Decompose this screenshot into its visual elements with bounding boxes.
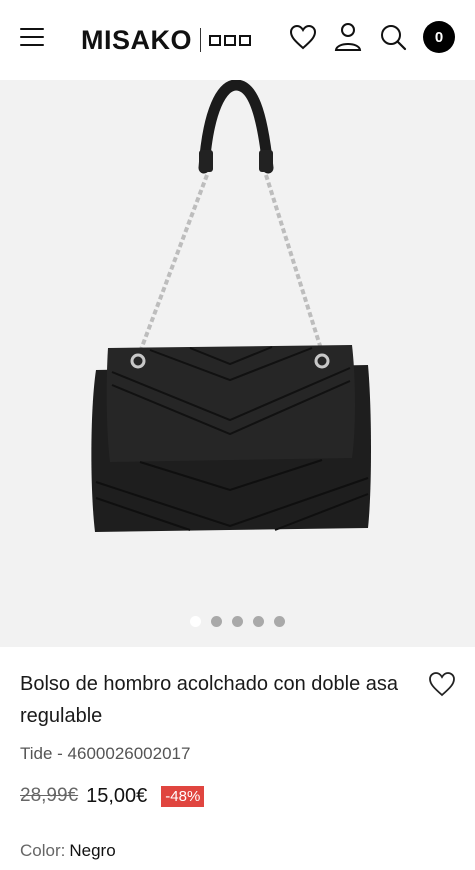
cart-count-badge[interactable]: 0 — [423, 21, 455, 53]
user-account-icon[interactable] — [333, 22, 363, 52]
product-image-gallery[interactable] — [0, 80, 475, 647]
price-row: 28,99€ 15,00€ -48% — [20, 783, 205, 809]
gallery-dot[interactable] — [211, 616, 222, 627]
add-to-wishlist-heart-icon[interactable] — [428, 671, 456, 697]
gallery-dot[interactable] — [190, 616, 201, 627]
logo-divider — [200, 28, 201, 52]
gallery-dot[interactable] — [253, 616, 264, 627]
logo-boxes-icon — [209, 34, 251, 46]
product-image — [91, 80, 372, 532]
wishlist-heart-icon[interactable] — [288, 22, 318, 52]
color-label: Color: — [20, 841, 66, 860]
gallery-dot[interactable] — [274, 616, 285, 627]
search-icon[interactable] — [378, 22, 408, 52]
discount-badge: -48% — [161, 785, 205, 807]
sale-price: 15,00€ — [86, 784, 148, 807]
gallery-dot[interactable] — [232, 616, 243, 627]
gallery-pagination — [0, 616, 475, 627]
color-row: Color: Negro — [20, 840, 116, 862]
brand-logo[interactable]: MISAKO — [81, 24, 251, 56]
color-value: Negro — [69, 841, 116, 860]
top-header: MISAKO 0 — [0, 0, 475, 80]
logo-text: MISAKO — [81, 25, 192, 55]
menu-icon[interactable] — [20, 28, 44, 46]
product-title: Bolso de hombro acolchado con doble asa … — [20, 673, 399, 727]
original-price: 28,99€ — [20, 785, 79, 806]
product-reference: Tide - 4600026002017 — [20, 744, 191, 763]
